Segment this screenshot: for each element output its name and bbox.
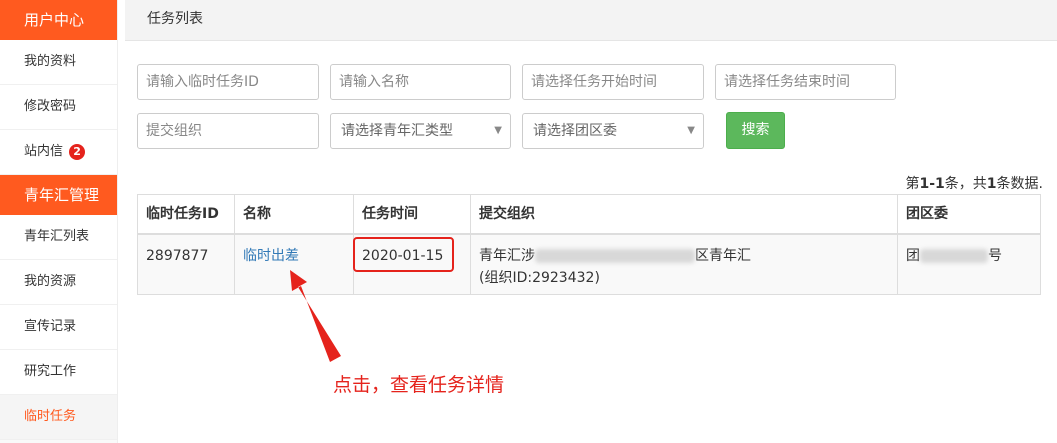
- task-name-link[interactable]: 临时出差: [243, 248, 299, 264]
- cell-task-id: 2897877: [137, 233, 235, 295]
- cell-org: 青年汇涉 区青年汇 (组织ID:2923432): [470, 233, 898, 295]
- sidebar-item-messages[interactable]: 站内信 2: [0, 130, 117, 175]
- unread-count-badge: 2: [69, 143, 86, 160]
- column-header-task-time: 任务时间: [353, 194, 471, 235]
- cell-name: 临时出差: [234, 233, 354, 295]
- chevron-down-icon: ▼: [687, 125, 695, 136]
- column-header-org: 提交组织: [470, 194, 898, 235]
- task-table: 临时任务ID 名称 任务时间 提交组织 团区委 2897877 临时出差 202…: [137, 194, 1041, 295]
- main-content: 任务列表 请选择青年汇类型 ▼ 请选择团区委 ▼ 搜索 第1-1条，共1条数据.…: [125, 0, 1057, 443]
- district-name-end: 号: [988, 248, 1002, 264]
- sidebar-item-club-list[interactable]: 青年汇列表: [0, 215, 117, 260]
- sidebar-item-change-password[interactable]: 修改密码: [0, 85, 117, 130]
- chevron-down-icon: ▼: [494, 125, 502, 136]
- sidebar-item-label: 宣传记录: [24, 319, 77, 334]
- org-field[interactable]: [137, 113, 319, 149]
- sidebar: 用户中心 我的资料 修改密码 站内信 2 青年汇管理 青年汇列表 我的资源 宣传记…: [0, 0, 118, 443]
- org-input[interactable]: [138, 114, 318, 148]
- column-header-task-id: 临时任务ID: [137, 194, 235, 235]
- redacted-blur: [535, 249, 695, 263]
- column-header-district: 团区委: [897, 194, 1041, 235]
- district-select[interactable]: 请选择团区委 ▼: [522, 113, 704, 149]
- org-id: (组织ID:2923432): [479, 270, 600, 286]
- district-name-start: 团: [906, 248, 920, 264]
- club-type-select[interactable]: 请选择青年汇类型 ▼: [330, 113, 511, 149]
- club-type-select-value: 请选择青年汇类型: [341, 123, 453, 139]
- sidebar-item-label: 修改密码: [24, 99, 77, 114]
- start-time-field[interactable]: [522, 64, 704, 100]
- annotation-text: 点击，查看任务详情: [333, 374, 505, 396]
- end-time-input[interactable]: [716, 65, 895, 99]
- redacted-blur: [920, 249, 988, 263]
- page-title: 任务列表: [125, 0, 1057, 41]
- sidebar-section-user-center: 用户中心: [0, 0, 117, 40]
- task-id-field[interactable]: [137, 64, 319, 100]
- org-name-start: 青年汇涉: [479, 248, 535, 264]
- search-button[interactable]: 搜索: [726, 112, 785, 149]
- name-input[interactable]: [331, 65, 510, 99]
- highlight-box: [353, 237, 454, 272]
- sidebar-item-label: 研究工作: [24, 364, 77, 379]
- task-id-input[interactable]: [138, 65, 318, 99]
- sidebar-item-label: 临时任务: [24, 409, 77, 424]
- org-name-end: 区青年汇: [695, 248, 751, 264]
- table-row: 2897877 临时出差 2020-01-15 青年汇涉 区青年汇 (组织ID:2…: [137, 233, 1041, 295]
- sidebar-item-temporary-tasks[interactable]: 临时任务: [0, 395, 117, 440]
- result-summary: 第1-1条，共1条数据.: [905, 176, 1044, 192]
- name-field[interactable]: [330, 64, 511, 100]
- cell-district: 团号: [897, 233, 1041, 295]
- sidebar-section-youth-club-management: 青年汇管理: [0, 175, 117, 215]
- sidebar-item-profile[interactable]: 我的资料: [0, 40, 117, 85]
- sidebar-item-label: 青年汇列表: [24, 229, 90, 244]
- sidebar-item-label: 我的资源: [24, 274, 77, 289]
- sidebar-item-label: 站内信: [24, 144, 64, 159]
- sidebar-item-research-work[interactable]: 研究工作: [0, 350, 117, 395]
- table-header-row: 临时任务ID 名称 任务时间 提交组织 团区委: [137, 194, 1041, 235]
- sidebar-item-my-resources[interactable]: 我的资源: [0, 260, 117, 305]
- sidebar-item-label: 我的资料: [24, 54, 77, 69]
- start-time-input[interactable]: [523, 65, 703, 99]
- end-time-field[interactable]: [715, 64, 896, 100]
- sidebar-item-publicity-records[interactable]: 宣传记录: [0, 305, 117, 350]
- column-header-name: 名称: [234, 194, 354, 235]
- district-select-value: 请选择团区委: [533, 123, 617, 139]
